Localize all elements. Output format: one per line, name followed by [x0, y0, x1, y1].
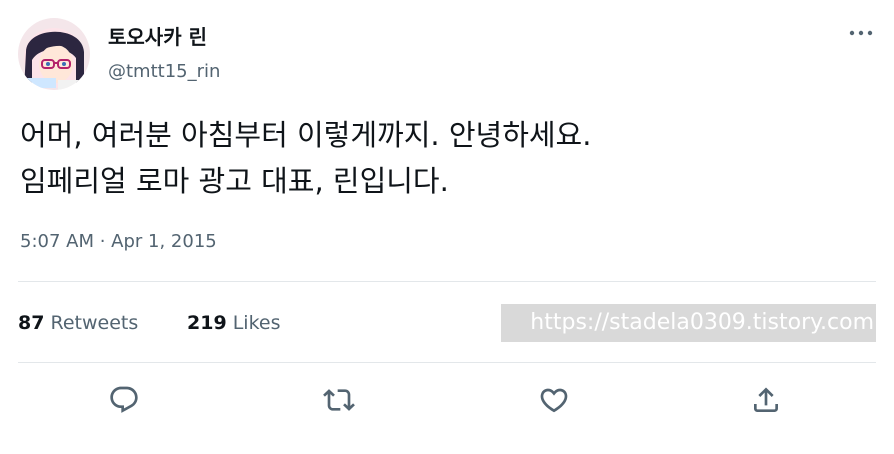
retweets-count: 87	[18, 312, 45, 334]
handle[interactable]: @tmtt15_rin	[108, 60, 220, 84]
more-button[interactable]	[846, 22, 876, 44]
likes-label: Likes	[232, 312, 281, 334]
retweets-label: Retweets	[50, 312, 139, 334]
display-name[interactable]: 토오사카 린	[108, 24, 207, 50]
reply-button[interactable]	[104, 380, 144, 420]
like-icon	[540, 388, 568, 413]
tweet-text: 어머, 여러분 아침부터 이렇게까지. 안녕하세요. 임페리얼 로마 광고 대표…	[20, 112, 880, 204]
retweet-button[interactable]	[319, 380, 359, 420]
action-bar	[0, 380, 894, 424]
retweet-icon	[323, 389, 355, 411]
likes-count: 219	[187, 312, 227, 334]
tweet-card: 토오사카 린 @tmtt15_rin 어머, 여러분 아침부터 이렇게까지. 안…	[0, 0, 894, 454]
likes-stat[interactable]: 219 Likes	[187, 310, 281, 336]
more-icon	[849, 30, 873, 36]
reply-icon	[110, 386, 138, 413]
divider	[18, 281, 876, 282]
like-button[interactable]	[534, 380, 574, 420]
watermark: https://stadela0309.tistory.com	[501, 304, 876, 342]
share-icon	[754, 387, 778, 412]
tweet-text-line: 어머, 여러분 아침부터 이렇게까지. 안녕하세요.	[20, 118, 592, 152]
divider	[18, 362, 876, 363]
tweet-text-line: 임페리얼 로마 광고 대표, 린입니다.	[20, 164, 449, 198]
avatar[interactable]	[18, 18, 90, 90]
avatar-image	[18, 18, 90, 90]
retweets-stat[interactable]: 87 Retweets	[18, 310, 138, 336]
share-button[interactable]	[746, 380, 786, 420]
timestamp[interactable]: 5:07 AM · Apr 1, 2015	[20, 230, 217, 254]
